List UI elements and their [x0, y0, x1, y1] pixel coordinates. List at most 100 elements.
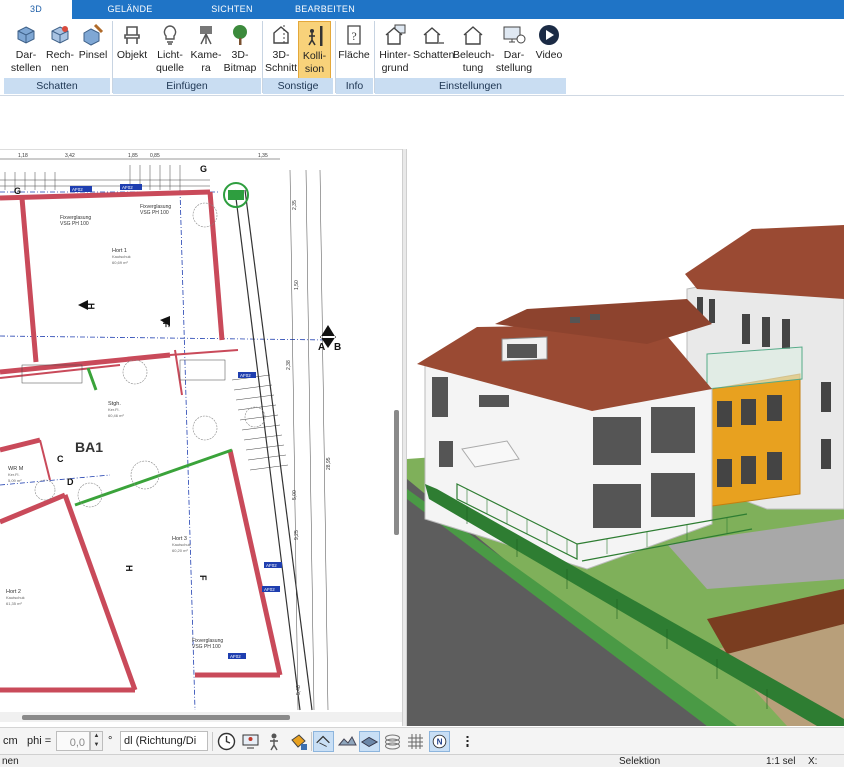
direction-select[interactable]: dl (Richtung/Di	[120, 731, 208, 751]
room-area: 61,35 m²	[6, 601, 22, 606]
video-label: Video	[535, 49, 563, 61]
schatten-button[interactable]: Schatten	[413, 21, 454, 81]
pinsel-label: Pinsel	[78, 49, 108, 61]
room-area: 60,20 m²	[172, 548, 188, 553]
section-mark-h: H	[124, 565, 134, 572]
floor-plan-view[interactable]: 3,42 1,18 1,85 0,85 1,35 2,35 1,50 2,38 …	[0, 149, 402, 712]
svg-text:AF02: AF02	[72, 187, 83, 192]
rechnen-button[interactable]: Rech- nen	[44, 21, 76, 81]
direction-select-value: dl (Richtung/Di	[124, 735, 197, 747]
exit-sign-icon	[223, 182, 249, 208]
3d-view[interactable]	[407, 149, 844, 726]
tab-gelaende[interactable]: GELÄNDE	[100, 0, 160, 19]
darstellen-button[interactable]: Dar- stellen	[8, 21, 44, 81]
room-floor: Ker.Fl.	[8, 472, 20, 477]
pinsel-button[interactable]: Pinsel	[76, 21, 110, 81]
building-section-label: BA1	[75, 439, 103, 455]
kollision-label: Kolli- sion	[302, 50, 327, 75]
room-area: 5,09 m²	[8, 478, 22, 483]
tab-bearbeiten[interactable]: BEARBEITEN	[292, 0, 358, 19]
section-cut-icon	[273, 25, 289, 45]
svg-text:AF02: AF02	[266, 563, 277, 568]
dim-label: 1,35	[258, 153, 268, 159]
section-mark-g: G	[200, 164, 207, 174]
group-label-einstellungen: Einstellungen	[375, 78, 566, 94]
cube-render-icon	[17, 26, 35, 44]
dim-label: 5,48	[296, 685, 302, 695]
dimension-lines-right	[289, 169, 329, 711]
section-mark-c: C	[57, 454, 64, 464]
flaeche-button[interactable]: ? Fläche	[337, 21, 371, 81]
dim-label: 28,95	[326, 457, 332, 470]
3d-render	[407, 225, 844, 726]
status-mode: Selektion	[619, 756, 661, 767]
video-button[interactable]: Video	[534, 21, 564, 81]
group-label-sonstige: Sonstige	[263, 78, 333, 94]
status-scale: 1:1 sel	[766, 756, 796, 767]
clock-icon[interactable]	[216, 731, 237, 752]
svg-text:AF02: AF02	[230, 654, 241, 659]
section-mark-g: G	[14, 186, 21, 196]
group-label-info: Info	[336, 78, 373, 94]
area-info-icon: ?	[347, 25, 361, 45]
floor-plan-drawing: 3,42 1,18 1,85 0,85 1,35 2,35 1,50 2,38 …	[0, 153, 341, 711]
objekt-label: Objekt	[116, 49, 148, 61]
objekt-button[interactable]: Objekt	[115, 21, 149, 81]
svg-text:?: ?	[351, 29, 356, 43]
bitmap3d-button[interactable]: 3D- Bitmap	[222, 21, 258, 81]
schnitt3d-button[interactable]: 3D- Schnitt	[264, 21, 298, 81]
svg-text:AF02: AF02	[240, 373, 251, 378]
plan-horizontal-scrollbar[interactable]	[22, 715, 290, 720]
house-shadow-icon	[423, 27, 444, 44]
svg-text:AF02: AF02	[122, 185, 133, 190]
phi-label: phi =	[27, 735, 52, 747]
chair-icon	[124, 26, 140, 44]
dim-label: 2,38	[286, 360, 292, 370]
schnitt3d-label: 3D- Schnitt	[264, 49, 298, 74]
camera-tripod-icon	[200, 26, 212, 45]
beleuchtung-button[interactable]: Beleuch- tung	[453, 21, 494, 81]
glazing-spec: VSG PH 100	[140, 210, 169, 216]
plan-vertical-scrollbar[interactable]	[394, 410, 399, 535]
screen-person-icon[interactable]	[240, 731, 261, 752]
door-tags: AF02 AF02 AF02 AF02 AF02 AF02	[70, 184, 282, 659]
walk-camera-icon[interactable]	[264, 731, 285, 752]
kamera-button[interactable]: Kame- ra	[190, 21, 222, 81]
right-roof	[685, 225, 844, 299]
lichtquelle-button[interactable]: Licht- quelle	[151, 21, 189, 81]
ribbon-tab-bar: 3D GELÄNDE SICHTEN BEARBEITEN	[0, 0, 844, 20]
bitmap3d-label: 3D- Bitmap	[223, 49, 257, 74]
layers-stack-icon[interactable]	[382, 731, 403, 752]
status-bar: nen Selektion 1:1 sel X:	[0, 754, 844, 767]
hintergrund-button[interactable]: Hinter- grund	[376, 21, 414, 81]
tab-3d[interactable]: 3D	[0, 0, 72, 20]
hintergrund-label: Hinter- grund	[379, 49, 411, 74]
house-view-icon[interactable]	[313, 731, 334, 752]
collision-icon	[307, 26, 322, 46]
empty-area	[0, 96, 844, 149]
phi-stepper[interactable]: ▲ ▼	[90, 731, 103, 751]
layer-plane-icon[interactable]	[359, 731, 380, 752]
glazing-spec: VSG PH 100	[60, 221, 89, 227]
paint-bucket-icon[interactable]	[288, 731, 309, 752]
phi-input[interactable]	[56, 731, 90, 751]
tree-icon	[233, 25, 247, 45]
north-arrow-icon[interactable]: N	[429, 731, 450, 752]
flaeche-label: Fläche	[338, 49, 370, 61]
grid-icon[interactable]	[405, 731, 426, 752]
kollision-button[interactable]: Kolli- sion	[298, 21, 331, 81]
dim-label: 0,85	[150, 153, 160, 159]
dim-label: 1,18	[18, 153, 28, 159]
green-wall	[74, 448, 233, 507]
monitor-settings-icon	[503, 26, 526, 44]
more-options-icon[interactable]	[457, 731, 478, 752]
toolbar-separator	[311, 732, 312, 751]
section-mark-b: B	[334, 342, 341, 353]
group-label-einfuegen: Einfügen	[113, 78, 261, 94]
kamera-label: Kame- ra	[190, 49, 222, 74]
tab-sichten[interactable]: SICHTEN	[202, 0, 262, 19]
section-mark-a: A	[318, 342, 325, 353]
toolbar-separator	[212, 732, 213, 751]
darstellung-button[interactable]: Dar- stellung	[494, 21, 534, 81]
terrain-icon[interactable]	[337, 731, 358, 752]
